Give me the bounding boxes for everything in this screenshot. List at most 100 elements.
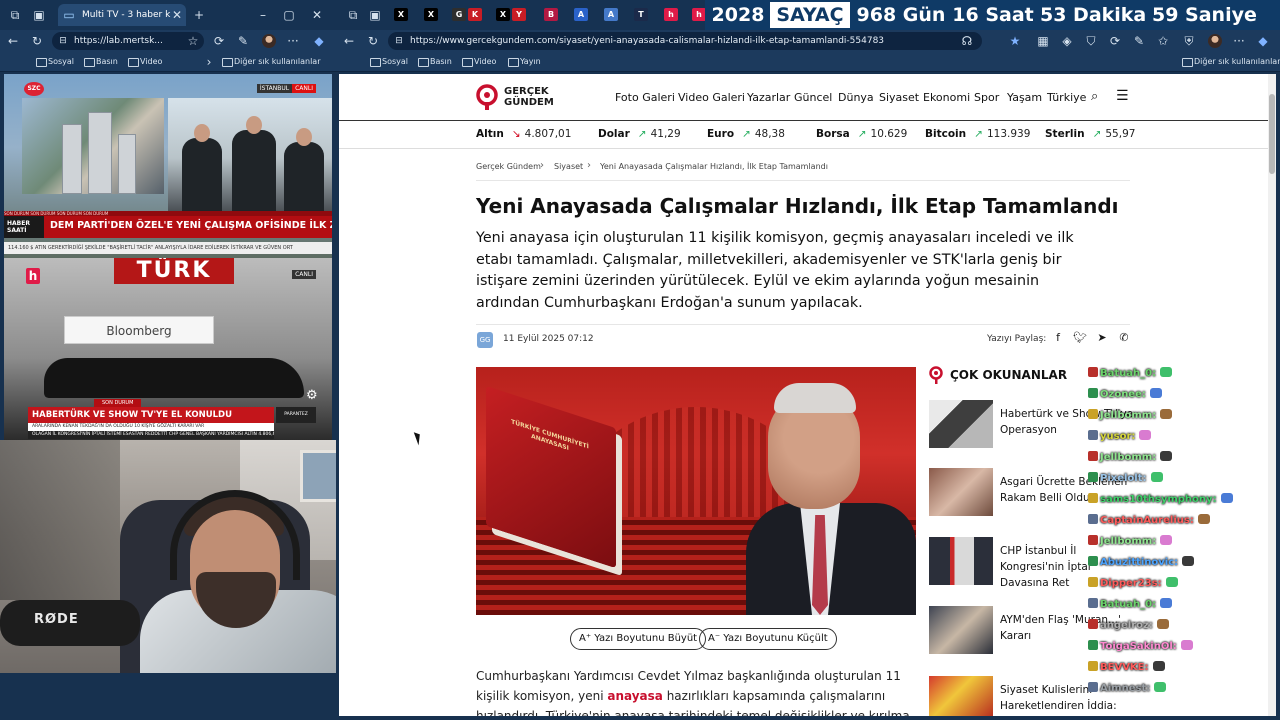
sync-icon[interactable]: ⟳ bbox=[1108, 34, 1122, 48]
close-window-icon[interactable]: ✕ bbox=[310, 8, 324, 22]
twitter-share-icon[interactable]: 🐦︎ bbox=[1073, 331, 1087, 345]
market-item[interactable]: Euro ↗ 48,38 bbox=[707, 127, 785, 141]
right-url-field[interactable]: https://www.gercekgundem.com/siyaset/yen… bbox=[388, 32, 982, 50]
nav-item[interactable]: Ekonomi bbox=[923, 91, 970, 104]
menu-dots-icon[interactable]: ··· bbox=[286, 34, 300, 48]
car-shape bbox=[44, 358, 304, 398]
tv-stream-1[interactable]: SZC İSTANBUL CANLI SON DURUM SON DURUM SO… bbox=[4, 74, 332, 258]
scrollbar-thumb[interactable] bbox=[1269, 94, 1275, 174]
menu-dots-icon[interactable]: ··· bbox=[1232, 34, 1246, 48]
market-item[interactable]: Bitcoin ↗ 113.939 bbox=[925, 127, 1030, 141]
tab-h-icon[interactable]: h bbox=[664, 8, 678, 21]
extensions-icon[interactable]: ✎ bbox=[236, 34, 250, 48]
left-url-field[interactable]: https://lab.mertsk... bbox=[52, 32, 204, 50]
breadcrumb-category[interactable]: Siyaset bbox=[554, 162, 583, 171]
chat-message: Batuah_0: bbox=[1088, 366, 1173, 382]
nav-item[interactable]: Güncel bbox=[794, 91, 832, 104]
bookmark-other-folder[interactable]: Diğer sık kullanılanlar bbox=[1182, 56, 1280, 68]
facebook-share-icon[interactable]: f bbox=[1051, 331, 1065, 345]
nav-item[interactable]: Spor bbox=[974, 91, 999, 104]
bookmark-folder[interactable]: Sosyal bbox=[370, 56, 408, 68]
font-decrease-button[interactable]: A⁻ Yazı Boyutunu Küçült bbox=[699, 628, 837, 650]
tab-x-icon[interactable]: X bbox=[496, 8, 510, 21]
bookmark-folder[interactable]: Video bbox=[128, 56, 162, 68]
refresh-icon[interactable]: ↻ bbox=[30, 34, 44, 48]
copilot-icon[interactable]: ◆ bbox=[312, 34, 326, 48]
site-name[interactable]: GERÇEK GÜNDEM bbox=[504, 86, 554, 108]
tv2-subheadline: ARALARINDA KENAN TEKDAĞ'IN DA OLDUĞU 10 … bbox=[28, 423, 274, 431]
minimize-icon[interactable]: – bbox=[256, 8, 270, 22]
bookmark-folder[interactable]: Basın bbox=[418, 56, 452, 68]
sync-icon[interactable]: ⟳ bbox=[212, 34, 226, 48]
tab-g-icon[interactable]: G bbox=[452, 8, 466, 21]
extension-icon[interactable]: ▦ bbox=[1036, 34, 1050, 48]
bookmark-folder[interactable]: Basın bbox=[84, 56, 118, 68]
favorites-icon[interactable]: ✩ bbox=[1156, 34, 1170, 48]
nav-item[interactable]: Dünya bbox=[838, 91, 874, 104]
breadcrumb-home[interactable]: Gerçek Gündem bbox=[476, 162, 541, 171]
tab-a-icon[interactable]: A bbox=[574, 8, 588, 21]
gear-icon[interactable]: ⚙ bbox=[306, 388, 318, 403]
read-aloud-icon[interactable]: ☊ bbox=[960, 34, 974, 48]
close-tab-icon[interactable]: ✕ bbox=[170, 8, 184, 22]
chat-emote-icon bbox=[1160, 535, 1173, 545]
back-icon[interactable]: ← bbox=[342, 34, 356, 48]
tab-x-icon[interactable]: X bbox=[424, 8, 438, 21]
bookmark-other-folder[interactable]: Diğer sık kullanılanlar bbox=[222, 56, 321, 68]
tab-actions-icon[interactable]: ▣ bbox=[368, 8, 382, 22]
bookmark-folder[interactable]: Yayın bbox=[508, 56, 541, 68]
shield-icon[interactable]: ⛉ bbox=[1084, 34, 1098, 48]
nav-item[interactable]: Siyaset bbox=[879, 91, 919, 104]
font-increase-button[interactable]: A⁺ Yazı Boyutunu Büyüt bbox=[570, 628, 707, 650]
workspaces-icon[interactable]: ⧉ bbox=[8, 8, 22, 22]
market-item[interactable]: Sterlin ↗ 55,97 bbox=[1045, 127, 1135, 141]
tab-x-icon[interactable]: X bbox=[394, 8, 408, 21]
profile-avatar[interactable] bbox=[262, 34, 276, 48]
chat-emote-icon bbox=[1152, 661, 1165, 671]
page-scrollbar[interactable] bbox=[1268, 74, 1276, 716]
site-info-icon[interactable]: ⊟ bbox=[56, 34, 70, 48]
tab-multi-tv[interactable]: Multi TV - 3 haber k bbox=[58, 4, 186, 26]
hamburger-menu-icon[interactable]: ☰ bbox=[1116, 88, 1129, 104]
market-item[interactable]: Altın ↘ 4.807,01 bbox=[476, 127, 571, 141]
nav-item[interactable]: Video Galeri bbox=[678, 91, 745, 104]
tab-active-icon[interactable]: Y bbox=[512, 8, 526, 21]
whatsapp-share-icon[interactable]: ✆ bbox=[1117, 331, 1131, 345]
browser-essentials-icon[interactable]: ⛨ bbox=[1182, 34, 1196, 48]
workspaces-icon[interactable]: ⧉ bbox=[346, 8, 360, 22]
tab-news-icon[interactable]: K bbox=[468, 8, 482, 21]
copilot-icon[interactable]: ◆ bbox=[1256, 34, 1270, 48]
new-tab-icon[interactable]: + bbox=[192, 8, 206, 22]
bookmark-folder[interactable]: Video bbox=[462, 56, 496, 68]
chevron-right-icon: › bbox=[540, 160, 544, 171]
refresh-icon[interactable]: ↻ bbox=[366, 34, 380, 48]
telegram-share-icon[interactable]: ➤ bbox=[1095, 331, 1109, 345]
tab-t-icon[interactable]: T bbox=[634, 8, 648, 21]
market-item[interactable]: Borsa ↗ 10.629 bbox=[816, 127, 907, 141]
tab-actions-icon[interactable]: ▣ bbox=[32, 8, 46, 22]
market-item[interactable]: Dolar ↗ 41,29 bbox=[598, 127, 681, 141]
tab-a-icon[interactable]: A bbox=[604, 8, 618, 21]
site-info-icon[interactable]: ⊟ bbox=[392, 34, 406, 48]
gercek-gundem-logo-icon[interactable] bbox=[476, 84, 498, 110]
chevron-right-icon[interactable]: › bbox=[202, 55, 216, 69]
tv-stream-2[interactable]: TÜRK h Bloomberg CANLI SON DURUM HABERTÜ… bbox=[4, 258, 332, 440]
site-name-line2: GÜNDEM bbox=[504, 97, 554, 108]
profile-avatar[interactable] bbox=[1208, 34, 1222, 48]
back-icon[interactable]: ← bbox=[6, 34, 20, 48]
favorite-filled-icon[interactable]: ★ bbox=[1008, 34, 1022, 48]
extension-icon[interactable]: ◈ bbox=[1060, 34, 1074, 48]
article-body-keyword-link[interactable]: anayasa bbox=[607, 689, 663, 703]
bookmark-folder[interactable]: Sosyal bbox=[36, 56, 74, 68]
trend-up-icon: ↗ bbox=[637, 128, 647, 140]
tab-b-icon[interactable]: B bbox=[544, 8, 558, 21]
search-icon[interactable]: ⌕ bbox=[1091, 89, 1098, 104]
favorite-icon[interactable]: ☆ bbox=[186, 34, 200, 48]
nav-item[interactable]: Foto Galeri bbox=[615, 91, 675, 104]
nav-item[interactable]: Yazarlar bbox=[747, 91, 790, 104]
nav-item[interactable]: Türkiye bbox=[1047, 91, 1086, 104]
nav-item[interactable]: Yaşam bbox=[1007, 91, 1042, 104]
tab-h-icon[interactable]: h bbox=[692, 8, 706, 21]
extensions-icon[interactable]: ✎ bbox=[1132, 34, 1146, 48]
maximize-icon[interactable]: ▢ bbox=[282, 8, 296, 22]
